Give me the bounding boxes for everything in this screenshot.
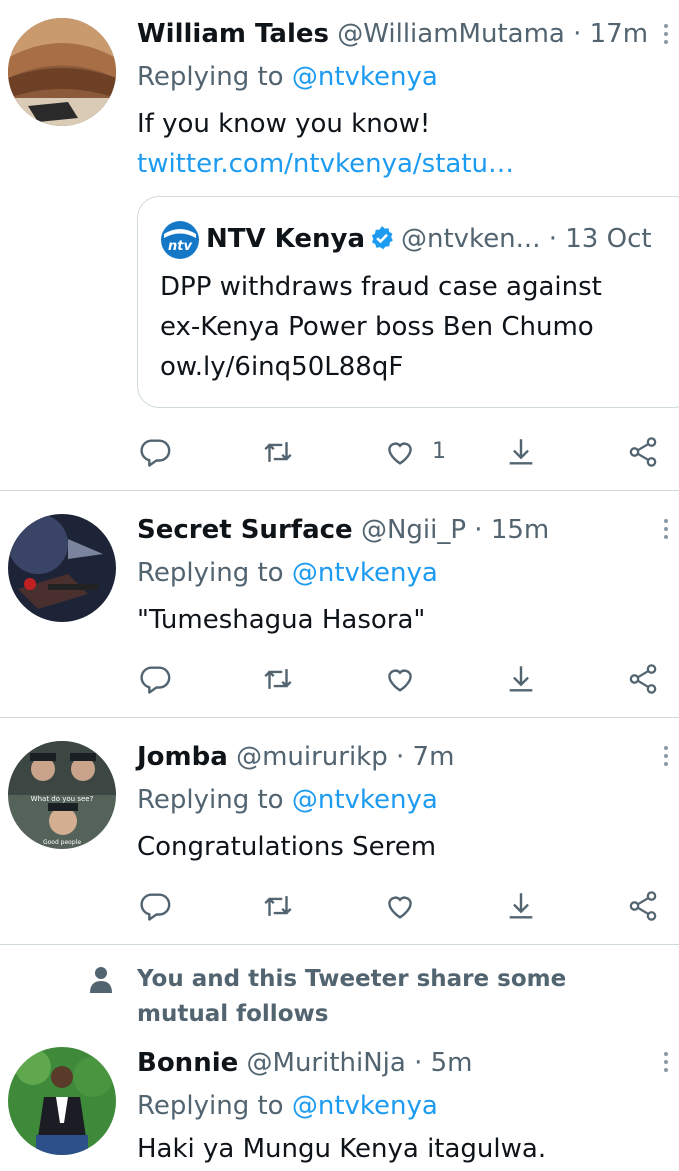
replying-to: Replying to @ntvkenya xyxy=(137,783,438,817)
replying-to-label: Replying to xyxy=(137,785,292,815)
like-icon[interactable] xyxy=(383,659,417,699)
action-bar: 1 xyxy=(0,432,679,472)
quoted-handle: @ntvken... xyxy=(401,224,541,254)
quoted-tweet-header: ntv NTV Kenya @ntvken... · 13 Oct xyxy=(160,219,652,259)
quoted-line: DPP withdraws fraud case against xyxy=(160,272,602,302)
replying-to-label: Replying to xyxy=(137,558,292,588)
more-icon[interactable] xyxy=(661,20,671,50)
quoted-timestamp: · 13 Oct xyxy=(548,224,652,254)
tweet-header: William Tales @WilliamMutama · 17m xyxy=(137,16,648,52)
share-down-icon[interactable] xyxy=(504,659,538,699)
avatar[interactable]: What do you see? Good people xyxy=(8,741,116,849)
divider xyxy=(0,944,679,945)
tweet[interactable]: Secret Surface @Ngii_P · 15m Replying to… xyxy=(0,491,679,717)
action-bar xyxy=(0,659,679,699)
avatar-caption: What do you see? xyxy=(31,795,94,803)
separator-dot: · xyxy=(573,19,582,49)
separator-dot: · xyxy=(414,1048,423,1078)
replying-to: Replying to @ntvkenya xyxy=(137,60,438,94)
reply-icon[interactable] xyxy=(138,659,172,699)
display-name[interactable]: Secret Surface xyxy=(137,515,353,545)
ntv-logo-text: ntv xyxy=(168,239,192,254)
action-bar xyxy=(0,886,679,926)
share-down-icon[interactable] xyxy=(504,432,538,472)
display-name[interactable]: Jomba xyxy=(137,742,228,772)
tweet-header: Bonnie @MurithiNja · 5m xyxy=(137,1045,473,1081)
mutual-follows-notice: You and this Tweeter share some mutual f… xyxy=(137,966,567,1027)
mention-link[interactable]: @ntvkenya xyxy=(292,558,438,588)
like-icon[interactable] xyxy=(383,432,417,472)
tweet-text: If you know you know! xyxy=(137,109,431,139)
verified-icon xyxy=(371,226,393,250)
retweet-icon[interactable] xyxy=(261,659,295,699)
tweet-link[interactable]: twitter.com/ntvkenya/statu… xyxy=(137,146,514,182)
ntv-logo-icon: ntv xyxy=(161,220,199,259)
timestamp[interactable]: 15m xyxy=(491,515,549,545)
like-icon[interactable] xyxy=(383,886,417,926)
tweet-header: Secret Surface @Ngii_P · 15m xyxy=(137,512,549,548)
replying-to: Replying to @ntvkenya xyxy=(137,1089,438,1123)
user-handle[interactable]: @muirurikp xyxy=(236,742,388,772)
timestamp[interactable]: 7m xyxy=(413,742,455,772)
timestamp[interactable]: 17m xyxy=(590,19,648,49)
more-icon[interactable] xyxy=(661,1048,671,1078)
quoted-display-name: NTV Kenya xyxy=(206,224,365,254)
user-handle[interactable]: @Ngii_P xyxy=(361,515,466,545)
user-handle[interactable]: @MurithiNja xyxy=(247,1048,406,1078)
quoted-line: ex-Kenya Power boss Ben Chumo xyxy=(160,312,594,342)
tweet[interactable]: William Tales @WilliamMutama · 17m Reply… xyxy=(0,0,679,490)
mention-link[interactable]: @ntvkenya xyxy=(292,1091,438,1121)
avatar[interactable] xyxy=(8,18,116,126)
timestamp[interactable]: 5m xyxy=(431,1048,473,1078)
share-icon[interactable] xyxy=(626,432,660,472)
quoted-line: ow.ly/6inq50L88qF xyxy=(160,352,404,382)
more-icon[interactable] xyxy=(661,515,671,545)
reply-icon[interactable] xyxy=(138,432,172,472)
mention-link[interactable]: @ntvkenya xyxy=(292,62,438,92)
like-count: 1 xyxy=(432,439,446,464)
avatar[interactable] xyxy=(8,1047,116,1155)
quoted-tweet-text: DPP withdraws fraud case against ex-Keny… xyxy=(160,267,602,387)
reply-icon[interactable] xyxy=(138,886,172,926)
tweet-text: Congratulations Serem xyxy=(137,832,437,862)
person-icon xyxy=(90,967,112,993)
replying-to-label: Replying to xyxy=(137,1091,292,1121)
mention-link[interactable]: @ntvkenya xyxy=(292,785,438,815)
user-handle[interactable]: @WilliamMutama xyxy=(337,19,565,49)
share-icon[interactable] xyxy=(626,886,660,926)
share-down-icon[interactable] xyxy=(504,886,538,926)
tweet-header: Jomba @muirurikp · 7m xyxy=(137,739,454,775)
tweet[interactable]: What do you see? Good people Jomba @muir… xyxy=(0,718,679,944)
separator-dot: · xyxy=(396,742,405,772)
retweet-icon[interactable] xyxy=(261,432,295,472)
separator-dot: · xyxy=(474,515,483,545)
tweet-text: Haki ya Mungu Kenya itagulwa. xyxy=(137,1134,547,1164)
avatar-caption: Good people xyxy=(43,839,81,846)
retweet-icon[interactable] xyxy=(261,886,295,926)
tweet[interactable]: Bonnie @MurithiNja · 5m Replying to @ntv… xyxy=(0,1030,679,1171)
display-name[interactable]: William Tales xyxy=(137,19,329,49)
more-icon[interactable] xyxy=(661,742,671,772)
display-name[interactable]: Bonnie xyxy=(137,1048,238,1078)
replying-to: Replying to @ntvkenya xyxy=(137,556,438,590)
avatar[interactable] xyxy=(8,514,116,622)
tweet-text: "Tumeshagua Hasora" xyxy=(137,605,426,635)
share-icon[interactable] xyxy=(626,659,660,699)
quoted-tweet[interactable]: ntv NTV Kenya @ntvken... · 13 Oct DPP wit… xyxy=(137,196,679,408)
replying-to-label: Replying to xyxy=(137,62,292,92)
